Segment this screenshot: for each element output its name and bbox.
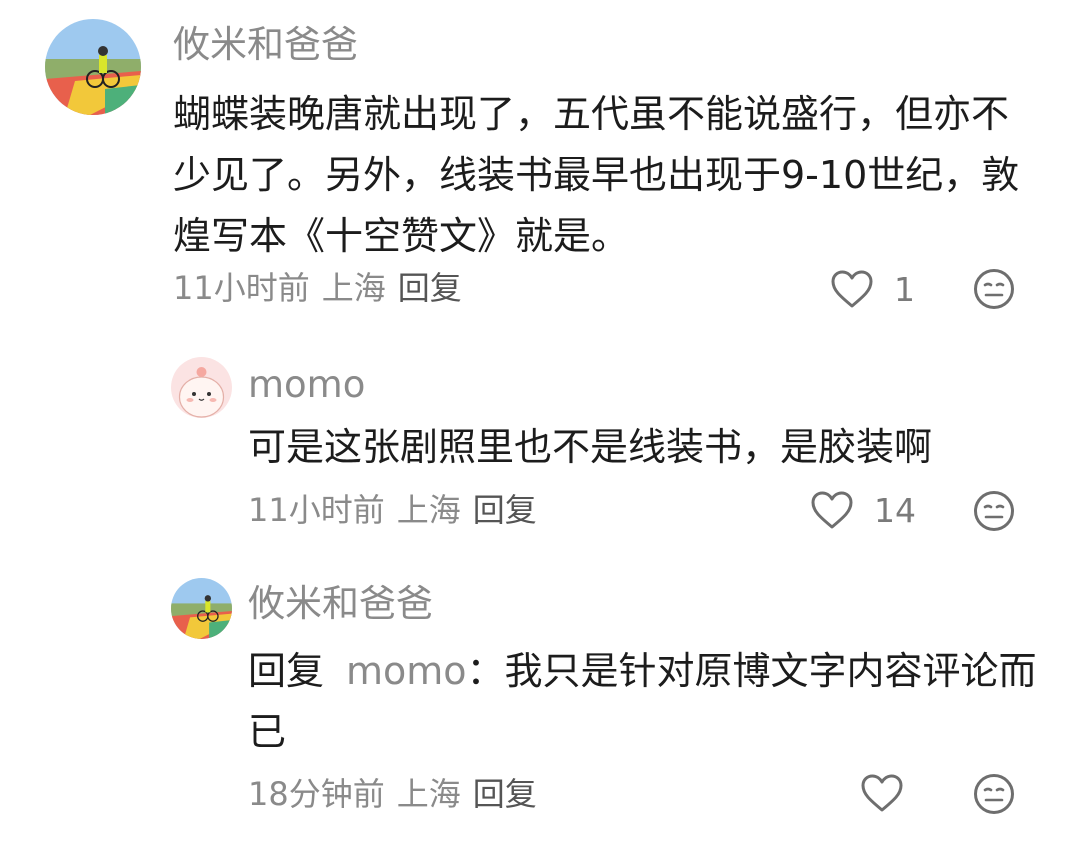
comment-time: 18分钟前 — [248, 775, 385, 813]
like-button[interactable]: 1 — [830, 269, 915, 309]
comment-meta: 11小时前 上海 回复 — [248, 494, 549, 526]
comment-location: 上海 — [396, 775, 461, 813]
comment-meta: 11小时前 上海 回复 — [173, 272, 474, 304]
meh-face-icon — [974, 491, 1014, 531]
like-count: 14 — [874, 490, 916, 530]
reply-prefix: 回复 — [248, 649, 325, 693]
comment-time: 11小时前 — [248, 491, 385, 529]
dislike-button[interactable] — [973, 490, 1015, 532]
meh-face-icon — [974, 774, 1014, 814]
comment-location: 上海 — [396, 491, 461, 529]
reply-button[interactable]: 回复 — [398, 272, 462, 304]
heart-outline-icon — [861, 774, 903, 812]
heart-outline-icon — [811, 491, 853, 529]
avatar[interactable] — [171, 578, 232, 639]
like-count: 1 — [894, 269, 915, 309]
heart-outline-icon — [831, 270, 873, 308]
comment-author[interactable]: momo — [248, 366, 365, 403]
comment-author[interactable]: 攸米和爸爸 — [173, 26, 358, 63]
comment-text: 回复 momo：我只是针对原博文字内容评论而已 — [248, 641, 1038, 763]
comment-author[interactable]: 攸米和爸爸 — [248, 585, 433, 622]
comment-time: 11小时前 — [173, 269, 310, 307]
comment-text: 蝴蝶装晚唐就出现了，五代虽不能说盛行，但亦不少见了。另外，线装书最早也出现于9-… — [173, 92, 1020, 258]
avatar[interactable] — [171, 357, 232, 418]
reply-target-link[interactable]: momo — [346, 649, 467, 693]
comment-text: 可是这张剧照里也不是线装书，是胶装啊 — [248, 425, 933, 469]
comment-location: 上海 — [321, 269, 386, 307]
comment-meta: 18分钟前 上海 回复 — [248, 778, 549, 810]
avatar[interactable] — [45, 19, 141, 115]
like-button[interactable]: 14 — [810, 490, 916, 530]
reply-button[interactable]: 回复 — [473, 494, 537, 526]
reply-button[interactable]: 回复 — [473, 778, 537, 810]
like-button[interactable] — [860, 773, 904, 813]
dislike-button[interactable] — [973, 773, 1015, 815]
meh-face-icon — [974, 269, 1014, 309]
dislike-button[interactable] — [973, 268, 1015, 310]
